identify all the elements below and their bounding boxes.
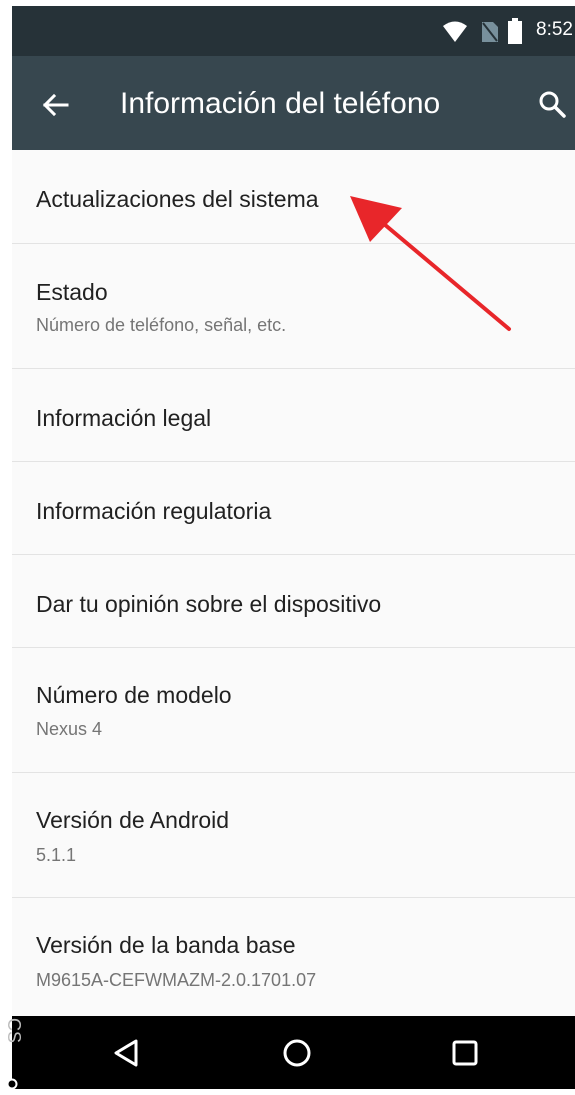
settings-item-title: Versión de Android	[36, 807, 230, 833]
phone-screen: 8:52 Información del teléfono Actualizac…	[12, 6, 575, 1089]
nav-back-icon[interactable]	[112, 1038, 140, 1068]
settings-item-title: Información regulatoria	[36, 498, 272, 524]
watermark-text: CS	[4, 1018, 24, 1044]
settings-item-title: Estado	[36, 279, 108, 305]
app-bar: Información del teléfono	[12, 56, 575, 150]
navigation-bar	[12, 1016, 575, 1089]
settings-item-title: Dar tu opinión sobre el dispositivo	[36, 591, 382, 617]
settings-item-title: Número de modelo	[36, 682, 232, 708]
page-title: Información del teléfono	[120, 87, 441, 120]
settings-item-summary: Nexus 4	[36, 719, 103, 739]
settings-item-summary: 5.1.1	[36, 845, 77, 865]
nav-home-icon[interactable]	[282, 1038, 312, 1068]
search-icon[interactable]	[537, 89, 567, 119]
settings-item-status[interactable]: Estado Número de teléfono, señal, etc.	[12, 244, 575, 369]
arrow-back-icon[interactable]	[40, 90, 70, 120]
settings-item-android-version[interactable]: Versión de Android 5.1.1	[12, 773, 575, 898]
settings-item-legal-info[interactable]: Información legal	[12, 369, 575, 462]
settings-item-model-number[interactable]: Número de modelo Nexus 4	[12, 648, 575, 773]
settings-item-title: Información legal	[36, 405, 212, 431]
battery-icon	[508, 18, 522, 44]
wifi-icon	[443, 21, 467, 42]
key-icon	[0, 1078, 18, 1090]
nav-recents-icon[interactable]	[452, 1040, 478, 1066]
clock: 8:52	[536, 19, 573, 40]
settings-item-title: Versión de la banda base	[36, 932, 296, 958]
settings-item-summary: Número de teléfono, señal, etc.	[36, 315, 287, 335]
status-bar: 8:52	[12, 6, 575, 56]
settings-item-summary: M9615A-CEFWMAZM-2.0.1701.07	[36, 970, 317, 990]
settings-item-baseband-version[interactable]: Versión de la banda base M9615A-CEFWMAZM…	[12, 898, 575, 1016]
no-sim-icon	[482, 22, 498, 42]
settings-item-send-feedback[interactable]: Dar tu opinión sobre el dispositivo	[12, 555, 575, 648]
settings-item-regulatory-info[interactable]: Información regulatoria	[12, 462, 575, 555]
settings-item-system-updates[interactable]: Actualizaciones del sistema	[12, 150, 575, 244]
settings-item-title: Actualizaciones del sistema	[36, 186, 319, 212]
